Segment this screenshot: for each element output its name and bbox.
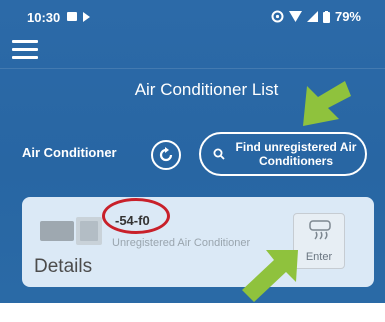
- battery-level: 79%: [334, 9, 361, 24]
- refresh-icon: [159, 147, 173, 162]
- device-status: Unregistered Air Conditioner: [112, 237, 251, 249]
- battery-icon: [322, 10, 330, 23]
- find-unregistered-button[interactable]: Find unregistered Air Conditioners: [199, 132, 367, 176]
- pointer-arrow-icon: [242, 250, 298, 302]
- status-bar: 10:30 79%: [0, 0, 385, 34]
- details-link[interactable]: Details: [34, 256, 92, 278]
- indoor-unit-icon: [309, 220, 331, 240]
- pointer-arrow-icon: [303, 81, 351, 126]
- media-play-icon: [83, 12, 90, 22]
- app-screen: 10:30 79% Air Conditioner List Air Condi…: [0, 0, 385, 303]
- search-icon: [213, 148, 225, 160]
- signal-icon: [306, 11, 318, 22]
- location-icon: [271, 10, 284, 23]
- find-button-label: Find unregistered Air Conditioners: [235, 140, 357, 168]
- notification-icon: [67, 12, 77, 21]
- section-label: Air Conditioner: [22, 145, 117, 160]
- highlight-circle: [102, 198, 170, 234]
- header-divider: [0, 68, 385, 69]
- device-card[interactable]: Details -54-f0 Unregistered Air Conditio…: [22, 197, 374, 287]
- enter-button[interactable]: Enter: [293, 213, 345, 269]
- refresh-button[interactable]: [151, 140, 181, 170]
- status-time: 10:30: [27, 10, 61, 25]
- status-indicators: 79%: [271, 9, 361, 24]
- bottom-strip: [0, 303, 385, 322]
- enter-label: Enter: [305, 251, 333, 263]
- air-conditioner-unit-icon: [40, 217, 102, 245]
- wifi-icon: [288, 11, 302, 22]
- menu-icon[interactable]: [12, 40, 38, 62]
